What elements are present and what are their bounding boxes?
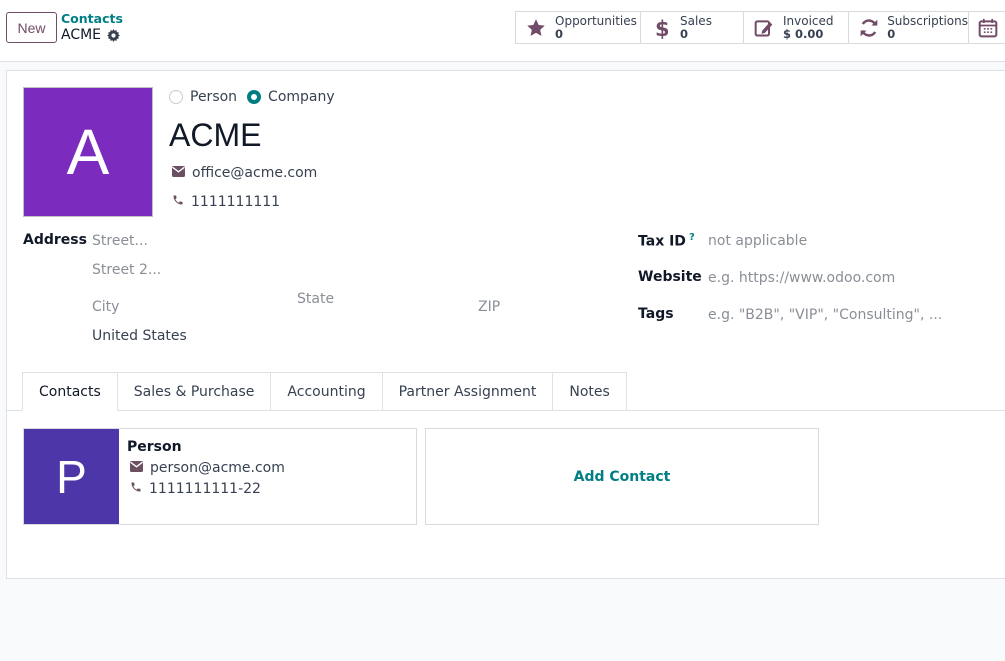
company-name-field[interactable]: ACME <box>169 117 261 154</box>
notebook-tabs: Contacts Sales & Purchase Accounting Par… <box>22 372 627 411</box>
add-contact-button[interactable]: Add Contact <box>425 428 819 525</box>
smart-button-label: Opportunities <box>555 13 637 28</box>
email-value: office@acme.com <box>192 165 318 181</box>
company-type-radio: Person Company <box>169 89 345 105</box>
envelope-icon <box>130 460 143 476</box>
radio-company[interactable]: Company <box>247 89 335 105</box>
subscriptions-smart-button[interactable]: Subscriptions 0 <box>848 11 969 44</box>
radio-person-label: Person <box>190 89 238 105</box>
dollar-icon: $ <box>650 17 672 39</box>
contact-avatar: P <box>24 429 119 524</box>
svg-text:$: $ <box>655 17 668 39</box>
radio-company-label: Company <box>268 89 335 105</box>
tab-notes[interactable]: Notes <box>552 372 627 411</box>
smart-button-label: Subscriptions <box>887 13 968 28</box>
control-panel: New Contacts ACME Opportunities 0 $ Sales… <box>0 0 1005 62</box>
sales-smart-button[interactable]: $ Sales 0 <box>640 11 744 44</box>
contact-phone-value: 1111111111-22 <box>149 481 261 497</box>
contact-card[interactable]: P Person person@acme.com 1111111111-22 <box>23 428 417 525</box>
smart-button-value: 0 <box>887 26 896 41</box>
star-icon <box>525 17 547 39</box>
phone-icon <box>172 194 184 210</box>
phone-value: 1111111111 <box>191 194 281 210</box>
smart-button-value: 0 <box>680 26 689 41</box>
smart-button-label: Sales <box>680 13 712 28</box>
state-select[interactable]: State <box>297 291 334 307</box>
contact-email: person@acme.com <box>130 460 285 476</box>
invoiced-smart-button[interactable]: Invoiced $ 0.00 <box>743 11 849 44</box>
city-input[interactable]: City <box>92 299 119 315</box>
contact-phone: 1111111111-22 <box>130 481 261 497</box>
new-button[interactable]: New <box>6 12 57 43</box>
street2-input[interactable]: Street 2... <box>92 262 161 278</box>
help-tooltip-icon[interactable]: ? <box>689 232 695 243</box>
calendar-smart-button[interactable]: M0 <box>968 11 1005 44</box>
website-label: Website <box>638 269 702 285</box>
tax-id-label: Tax ID? <box>638 232 695 250</box>
tab-contacts[interactable]: Contacts <box>22 372 118 411</box>
smart-buttons: Opportunities 0 $ Sales 0 Invoiced $ 0.00 S… <box>515 11 1005 44</box>
email-field[interactable]: office@acme.com <box>172 165 317 181</box>
smart-button-label: Invoiced <box>783 13 834 28</box>
radio-button[interactable] <box>169 90 183 104</box>
tax-id-input[interactable]: not applicable <box>708 233 807 249</box>
zip-input[interactable]: ZIP <box>478 299 500 315</box>
website-input[interactable]: e.g. https://www.odoo.com <box>708 270 895 286</box>
contact-email-value: person@acme.com <box>150 460 285 476</box>
phone-field[interactable]: 1111111111 <box>172 194 280 210</box>
country-select[interactable]: United States <box>92 328 187 344</box>
refresh-icon <box>858 17 879 39</box>
street-input[interactable]: Street... <box>92 233 148 249</box>
tags-label: Tags <box>638 306 674 322</box>
smart-button-value: $ 0.00 <box>783 26 824 41</box>
contact-name: Person <box>127 439 182 455</box>
breadcrumb-contacts-link[interactable]: Contacts <box>61 11 123 26</box>
radio-button-checked[interactable] <box>247 90 262 104</box>
tab-partner-assignment[interactable]: Partner Assignment <box>381 372 554 411</box>
tags-input[interactable]: e.g. "B2B", "VIP", "Consulting", ... <box>708 307 942 323</box>
tax-id-label-text: Tax ID <box>638 233 686 250</box>
breadcrumb-current: ACME <box>61 27 121 43</box>
phone-icon <box>130 481 142 497</box>
gear-icon[interactable] <box>107 28 121 42</box>
tab-accounting[interactable]: Accounting <box>270 372 383 411</box>
calendar-icon <box>978 17 998 39</box>
envelope-icon <box>172 165 185 181</box>
breadcrumb-current-label: ACME <box>61 27 102 43</box>
radio-person[interactable]: Person <box>169 89 237 105</box>
invoice-icon <box>753 17 775 39</box>
address-label: Address <box>23 232 87 248</box>
opportunities-smart-button[interactable]: Opportunities 0 <box>515 11 641 44</box>
tab-sales-purchase[interactable]: Sales & Purchase <box>116 372 272 411</box>
company-avatar[interactable]: A <box>23 87 153 217</box>
smart-button-value: 0 <box>555 26 564 41</box>
